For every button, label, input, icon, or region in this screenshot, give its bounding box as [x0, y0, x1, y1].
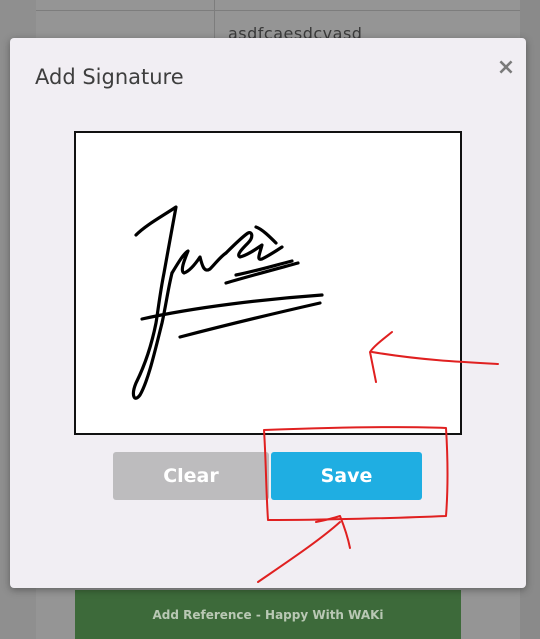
add-signature-modal: Add Signature × Clear Save	[10, 38, 526, 588]
signature-stroke	[224, 231, 284, 261]
save-button[interactable]: Save	[271, 452, 422, 500]
signature-drawing	[131, 205, 324, 400]
background-row-divider	[36, 10, 520, 11]
close-icon[interactable]: ×	[494, 56, 518, 80]
modal-title: Add Signature	[35, 65, 184, 89]
signature-stroke	[224, 261, 300, 285]
signature-stroke	[131, 205, 178, 400]
signature-canvas[interactable]	[74, 131, 462, 435]
signature-stroke	[140, 293, 324, 321]
add-reference-button[interactable]: Add Reference - Happy With WAKi	[75, 590, 461, 639]
signature-stroke	[170, 249, 228, 275]
background-column-divider	[214, 0, 215, 40]
signature-stroke	[254, 225, 278, 245]
clear-button[interactable]: Clear	[113, 452, 269, 500]
